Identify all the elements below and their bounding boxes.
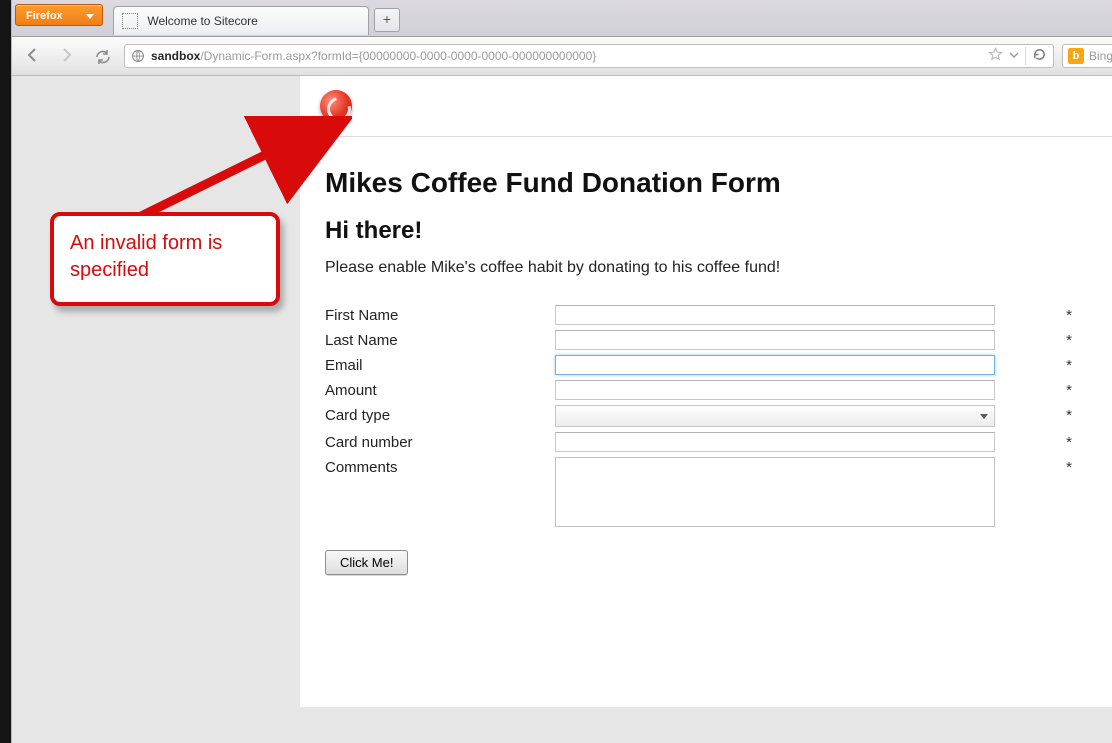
required-marker: *: [1051, 405, 1087, 424]
last-name-input[interactable]: [555, 330, 995, 350]
dropdown-caret-icon[interactable]: [1009, 49, 1019, 63]
browser-window: Firefox Welcome to Sitecore + sandb: [11, 0, 1112, 743]
amount-input[interactable]: [555, 380, 995, 400]
row-comments: Comments *: [325, 457, 1087, 531]
label-email: Email: [325, 355, 555, 374]
bookmark-star-icon[interactable]: [988, 47, 1003, 65]
forward-button[interactable]: [56, 46, 78, 68]
sync-button[interactable]: [90, 46, 116, 68]
url-path: /Dynamic-Form.aspx?formId={00000000-0000…: [200, 49, 596, 63]
required-marker: *: [1051, 305, 1087, 324]
page-content: Mikes Coffee Fund Donation Form Hi there…: [300, 76, 1112, 707]
required-marker: *: [1051, 355, 1087, 374]
annotation-callout: An invalid form is specified: [50, 212, 280, 306]
new-tab-button[interactable]: +: [374, 8, 400, 32]
chevron-down-icon: [86, 14, 94, 19]
address-bar[interactable]: sandbox/Dynamic-Form.aspx?formId={000000…: [124, 44, 1054, 68]
label-card-number: Card number: [325, 432, 555, 451]
viewport: Mikes Coffee Fund Donation Form Hi there…: [12, 76, 1112, 743]
comments-textarea[interactable]: [555, 457, 995, 527]
required-marker: *: [1051, 432, 1087, 451]
required-marker: *: [1051, 330, 1087, 349]
label-amount: Amount: [325, 380, 555, 399]
separator: [1025, 47, 1026, 65]
row-first-name: First Name *: [325, 305, 1087, 325]
required-marker: *: [1051, 380, 1087, 399]
tab-title: Welcome to Sitecore: [147, 14, 258, 28]
row-card-number: Card number *: [325, 432, 1087, 452]
card-type-select[interactable]: [555, 405, 995, 427]
first-name-input[interactable]: [555, 305, 995, 325]
row-amount: Amount *: [325, 380, 1087, 400]
label-first-name: First Name: [325, 305, 555, 324]
url-host: sandbox: [151, 49, 200, 63]
page-body: Mikes Coffee Fund Donation Form Hi there…: [300, 147, 1112, 707]
firefox-menu-button[interactable]: Firefox: [15, 4, 103, 26]
search-bar[interactable]: b Bing: [1062, 44, 1112, 68]
search-engine-label: Bing: [1089, 49, 1112, 63]
back-button[interactable]: [22, 46, 44, 68]
page-greeting: Hi there!: [325, 217, 1087, 245]
card-number-input[interactable]: [555, 432, 995, 452]
firefox-menu-label: Firefox: [26, 10, 63, 22]
page-title: Mikes Coffee Fund Donation Form: [325, 167, 1087, 199]
globe-icon: [131, 49, 145, 63]
required-marker: *: [1051, 457, 1087, 476]
row-card-type: Card type *: [325, 405, 1087, 427]
url-text: sandbox/Dynamic-Form.aspx?formId={000000…: [151, 49, 988, 63]
plus-icon: +: [383, 11, 391, 27]
tab-favicon-icon: [122, 13, 138, 29]
reload-button[interactable]: [1032, 47, 1047, 65]
sitecore-logo-icon: [320, 90, 352, 122]
label-comments: Comments: [325, 457, 555, 476]
bing-icon: b: [1068, 48, 1084, 64]
label-card-type: Card type: [325, 405, 555, 424]
tab-strip: Firefox Welcome to Sitecore +: [12, 0, 1112, 37]
annotation-text: An invalid form is specified: [70, 232, 222, 281]
email-input[interactable]: [555, 355, 995, 375]
browser-tab[interactable]: Welcome to Sitecore: [113, 6, 369, 35]
row-last-name: Last Name *: [325, 330, 1087, 350]
page-intro: Please enable Mike's coffee habit by don…: [325, 259, 1087, 277]
site-header: [300, 76, 1112, 137]
submit-button[interactable]: Click Me!: [325, 550, 408, 575]
row-email: Email *: [325, 355, 1087, 375]
nav-toolbar: sandbox/Dynamic-Form.aspx?formId={000000…: [12, 37, 1112, 76]
label-last-name: Last Name: [325, 330, 555, 349]
